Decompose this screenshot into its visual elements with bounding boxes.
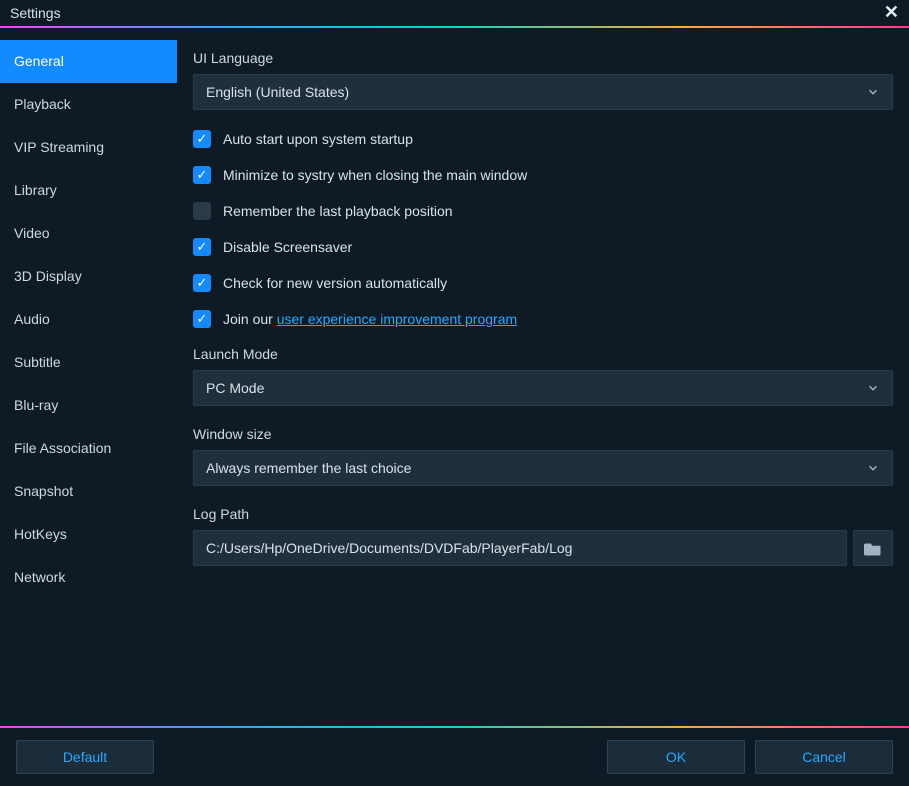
launch-mode-value: PC Mode <box>206 380 264 396</box>
settings-window: Settings ✕ General Playback VIP Streamin… <box>0 0 909 786</box>
screensaver-checkbox[interactable]: ✓ <box>193 238 211 256</box>
browse-folder-button[interactable] <box>853 530 893 566</box>
minimize-checkbox[interactable]: ✓ <box>193 166 211 184</box>
join-program-row: ✓ Join our user experience improvement p… <box>193 310 893 328</box>
footer: Default OK Cancel <box>0 728 909 786</box>
ui-language-value: English (United States) <box>206 84 349 100</box>
default-button-label: Default <box>63 749 107 765</box>
remember-position-label: Remember the last playback position <box>223 203 453 219</box>
screensaver-label: Disable Screensaver <box>223 239 352 255</box>
window-size-select[interactable]: Always remember the last choice <box>193 450 893 486</box>
sidebar-item-label: File Association <box>14 440 111 456</box>
launch-mode-select[interactable]: PC Mode <box>193 370 893 406</box>
cancel-button[interactable]: Cancel <box>755 740 893 774</box>
user-experience-link[interactable]: user experience improvement program <box>277 311 517 327</box>
sidebar-item-label: Playback <box>14 96 71 112</box>
sidebar-item-video[interactable]: Video <box>0 212 177 255</box>
window-size-label: Window size <box>193 426 893 442</box>
sidebar-item-label: Audio <box>14 311 50 327</box>
sidebar-item-audio[interactable]: Audio <box>0 298 177 341</box>
window-title: Settings <box>10 5 61 21</box>
ui-language-select[interactable]: English (United States) <box>193 74 893 110</box>
log-path-input[interactable]: C:/Users/Hp/OneDrive/Documents/DVDFab/Pl… <box>193 530 847 566</box>
log-path-row: C:/Users/Hp/OneDrive/Documents/DVDFab/Pl… <box>193 530 893 566</box>
sidebar-item-label: Blu-ray <box>14 397 58 413</box>
cancel-button-label: Cancel <box>802 749 846 765</box>
sidebar-item-label: Library <box>14 182 57 198</box>
auto-start-checkbox[interactable]: ✓ <box>193 130 211 148</box>
folder-icon <box>864 540 882 556</box>
window-size-value: Always remember the last choice <box>206 460 411 476</box>
sidebar-item-label: VIP Streaming <box>14 139 104 155</box>
chevron-down-icon <box>866 381 880 395</box>
log-path-label: Log Path <box>193 506 893 522</box>
check-update-label: Check for new version automatically <box>223 275 447 291</box>
sidebar: General Playback VIP Streaming Library V… <box>0 28 177 726</box>
sidebar-item-label: Network <box>14 569 65 585</box>
sidebar-item-label: 3D Display <box>14 268 82 284</box>
chevron-down-icon <box>866 85 880 99</box>
sidebar-item-label: Snapshot <box>14 483 73 499</box>
join-program-label: Join our user experience improvement pro… <box>223 311 517 327</box>
minimize-row: ✓ Minimize to systry when closing the ma… <box>193 166 893 184</box>
close-button[interactable]: ✕ <box>884 2 899 23</box>
log-path-value: C:/Users/Hp/OneDrive/Documents/DVDFab/Pl… <box>206 540 572 556</box>
ok-button-label: OK <box>666 749 686 765</box>
sidebar-item-file-association[interactable]: File Association <box>0 427 177 470</box>
sidebar-item-blu-ray[interactable]: Blu-ray <box>0 384 177 427</box>
sidebar-item-subtitle[interactable]: Subtitle <box>0 341 177 384</box>
remember-position-checkbox[interactable]: ✓ <box>193 202 211 220</box>
sidebar-item-label: Subtitle <box>14 354 61 370</box>
ok-button[interactable]: OK <box>607 740 745 774</box>
sidebar-item-network[interactable]: Network <box>0 556 177 599</box>
join-program-checkbox[interactable]: ✓ <box>193 310 211 328</box>
body: General Playback VIP Streaming Library V… <box>0 28 909 726</box>
ui-language-label: UI Language <box>193 50 893 66</box>
titlebar: Settings ✕ <box>0 0 909 26</box>
launch-mode-label: Launch Mode <box>193 346 893 362</box>
sidebar-item-playback[interactable]: Playback <box>0 83 177 126</box>
sidebar-item-label: Video <box>14 225 50 241</box>
minimize-label: Minimize to systry when closing the main… <box>223 167 527 183</box>
default-button[interactable]: Default <box>16 740 154 774</box>
remember-position-row: ✓ Remember the last playback position <box>193 202 893 220</box>
auto-start-row: ✓ Auto start upon system startup <box>193 130 893 148</box>
check-update-checkbox[interactable]: ✓ <box>193 274 211 292</box>
main-panel: UI Language English (United States) ✓ Au… <box>177 28 909 726</box>
auto-start-label: Auto start upon system startup <box>223 131 413 147</box>
check-update-row: ✓ Check for new version automatically <box>193 274 893 292</box>
chevron-down-icon <box>866 461 880 475</box>
sidebar-item-general[interactable]: General <box>0 40 177 83</box>
sidebar-item-snapshot[interactable]: Snapshot <box>0 470 177 513</box>
footer-right: OK Cancel <box>607 740 893 774</box>
sidebar-item-hotkeys[interactable]: HotKeys <box>0 513 177 556</box>
sidebar-item-label: HotKeys <box>14 526 67 542</box>
sidebar-item-vip-streaming[interactable]: VIP Streaming <box>0 126 177 169</box>
sidebar-item-library[interactable]: Library <box>0 169 177 212</box>
join-program-prefix: Join our <box>223 311 277 327</box>
sidebar-item-label: General <box>14 53 64 69</box>
screensaver-row: ✓ Disable Screensaver <box>193 238 893 256</box>
sidebar-item-3d-display[interactable]: 3D Display <box>0 255 177 298</box>
